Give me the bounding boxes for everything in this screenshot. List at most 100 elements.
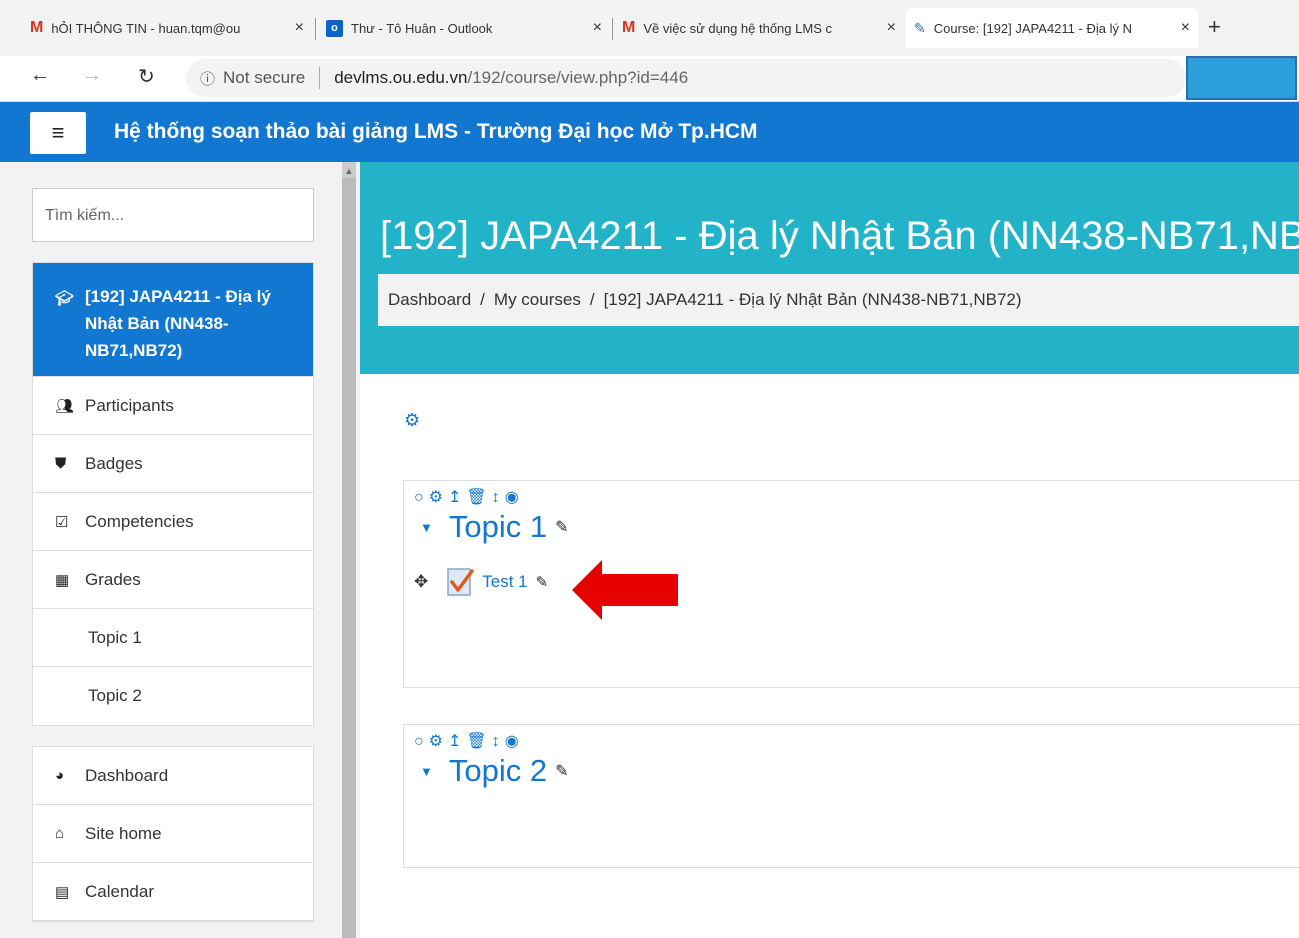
security-label: Not secure	[223, 68, 306, 87]
sidebar: Tìm kiếm... 🎓︎ [192] JAPA4211 - Địa lý N…	[0, 162, 360, 938]
dashboard-icon: ◕	[55, 767, 65, 784]
gear-icon[interactable]: ⚙	[429, 489, 448, 506]
sidebar-item-calendar[interactable]: ▤ Calendar	[33, 863, 313, 921]
sidebar-item-label: Grades	[85, 569, 141, 589]
tab-title: hỎI THÔNG TIN - huan.tqm@ou	[51, 20, 241, 36]
tab-separator	[612, 18, 613, 40]
breadcrumb-dashboard[interactable]: Dashboard	[388, 290, 471, 309]
search-input[interactable]: Tìm kiếm...	[32, 188, 314, 242]
section-controls: ○⚙↥🗑︎↕◉	[414, 487, 524, 507]
sidebar-item-grades[interactable]: ▦ Grades	[33, 551, 313, 609]
tab-title: Về việc sử dụng hệ thống LMS c	[643, 20, 832, 36]
moodle-icon: ✎	[914, 19, 926, 36]
site-nav: ◕ Dashboard ⌂ Site home ▤ Calendar	[32, 746, 314, 922]
browser-tab-course[interactable]: ✎ Course: [192] JAPA4211 - Địa lý N ×	[906, 8, 1198, 48]
tab-title: Thư - Tô Huân - Outlook	[351, 20, 493, 36]
sidebar-item-site-home[interactable]: ⌂ Site home	[33, 805, 313, 863]
move-up-icon[interactable]: ↥	[448, 733, 466, 750]
menu-toggle-button[interactable]: ≡	[30, 112, 86, 154]
close-icon[interactable]: ×	[887, 19, 896, 37]
breadcrumb: Dashboard / My courses / [192] JAPA4211 - Đị…	[378, 274, 1299, 326]
url-separator	[319, 67, 321, 89]
sidebar-item-label: Badges	[85, 453, 143, 473]
sidebar-item-label: Site home	[85, 823, 162, 843]
eye-icon[interactable]: ◉	[505, 489, 524, 506]
trash-icon[interactable]: 🗑︎	[466, 733, 491, 750]
browser-tab-gmail-2[interactable]: M Về việc sử dụng hệ thống LMS c ×	[614, 12, 904, 44]
url-host: devlms.ou.edu.vn	[334, 68, 468, 87]
page-title: [192] JAPA4211 - Địa lý Nhật Bản (NN438-…	[380, 214, 1299, 258]
graduation-cap-icon: 🎓︎	[55, 290, 75, 307]
highlight-box	[1186, 56, 1297, 100]
sidebar-item-dashboard[interactable]: ◕ Dashboard	[33, 747, 313, 805]
caret-down-icon[interactable]: ▼	[420, 764, 433, 779]
tab-title: Course: [192] JAPA4211 - Địa lý N	[933, 20, 1132, 36]
scroll-up-icon[interactable]: ▲	[342, 162, 356, 178]
site-header: ≡ Hệ thống soạn thảo bài giảng LMS - Trư…	[0, 102, 1299, 162]
back-icon[interactable]: ←	[30, 64, 50, 87]
move-up-icon[interactable]: ↥	[448, 489, 466, 506]
gmail-icon: M	[622, 19, 636, 36]
close-icon[interactable]: ×	[593, 19, 602, 37]
sidebar-item-competencies[interactable]: ☑ Competencies	[33, 493, 313, 551]
activity-link[interactable]: Test 1	[482, 572, 527, 592]
table-icon: ▦	[55, 571, 70, 589]
sidebar-item-participants[interactable]: 👥︎ Participants	[33, 377, 313, 435]
section-title: ▼ Topic 2 ✎	[420, 753, 569, 789]
section-title-link[interactable]: Topic 2	[449, 753, 547, 789]
outlook-icon: o	[326, 19, 343, 37]
course-section-topic-1: ○⚙↥🗑︎↕◉ ▼ Topic 1 ✎ ✥ Test 1 ✎	[403, 480, 1299, 688]
users-icon: 👥︎	[55, 397, 75, 415]
browser-tab-gmail-1[interactable]: M hỎI THÔNG TIN - huan.tqm@ou ×	[22, 12, 312, 44]
sidebar-item-label: Participants	[85, 395, 174, 415]
pencil-icon[interactable]: ✎	[555, 517, 568, 537]
checkbox-icon: ☑	[55, 513, 69, 531]
gear-icon[interactable]: ⚙	[404, 410, 420, 431]
section-title-link[interactable]: Topic 1	[449, 509, 547, 545]
forward-icon[interactable]: →	[82, 64, 102, 87]
sidebar-item-label: Topic 2	[88, 686, 142, 705]
sidebar-item-label: Calendar	[85, 881, 154, 901]
breadcrumb-separator: /	[589, 290, 595, 309]
gear-icon[interactable]: ⚙	[429, 733, 448, 750]
browser-tab-bar: M hỎI THÔNG TIN - huan.tqm@ou × o Thư - …	[0, 0, 1299, 56]
breadcrumb-course[interactable]: [192] JAPA4211 - Địa lý Nhật Bản (NN438-…	[604, 290, 1022, 309]
pencil-icon[interactable]: ✎	[555, 761, 568, 781]
course-header: [192] JAPA4211 - Địa lý Nhật Bản (NN438-…	[360, 162, 1299, 374]
reload-icon[interactable]: ↻	[138, 64, 155, 89]
sidebar-item-badges[interactable]: ⛊ Badges	[33, 435, 313, 493]
browser-tab-outlook[interactable]: o Thư - Tô Huân - Outlook ×	[318, 12, 610, 44]
close-icon[interactable]: ×	[295, 19, 304, 37]
eye-icon[interactable]: ◉	[505, 733, 524, 750]
sidebar-item-topic-1[interactable]: Topic 1	[33, 609, 313, 667]
move-handle-icon[interactable]: ✥	[414, 572, 428, 592]
sidebar-item-label: Topic 1	[88, 627, 142, 647]
red-arrow-annotation	[572, 560, 678, 625]
move-icon[interactable]: ↕	[492, 489, 505, 506]
shield-icon: ⛊	[55, 455, 67, 472]
sidebar-item-course[interactable]: 🎓︎ [192] JAPA4211 - Địa lý Nhật Bản (NN4…	[33, 263, 313, 377]
sidebar-item-topic-2[interactable]: Topic 2	[33, 667, 313, 725]
breadcrumb-my-courses[interactable]: My courses	[494, 290, 581, 309]
course-nav: 🎓︎ [192] JAPA4211 - Địa lý Nhật Bản (NN4…	[32, 262, 314, 726]
url-field[interactable]: ⓘ Not secure devlms.ou.edu.vn/192/course…	[186, 59, 1186, 97]
site-title[interactable]: Hệ thống soạn thảo bài giảng LMS - Trườn…	[114, 120, 758, 144]
highlight-icon[interactable]: ○	[414, 489, 429, 506]
sidebar-item-label: [192] JAPA4211 - Địa lý Nhật Bản (NN438-…	[85, 287, 271, 360]
sidebar-scrollbar[interactable]	[342, 162, 356, 938]
close-icon[interactable]: ×	[1181, 19, 1190, 37]
pencil-icon[interactable]: ✎	[536, 573, 549, 591]
sidebar-item-label: Dashboard	[85, 765, 169, 785]
activity-item: ✥ Test 1 ✎	[414, 567, 548, 597]
highlight-icon[interactable]: ○	[414, 733, 429, 750]
caret-down-icon[interactable]: ▼	[420, 520, 433, 535]
tab-separator	[315, 18, 316, 40]
url-path: /192/course/view.php?id=446	[467, 68, 689, 87]
sidebar-item-label: Competencies	[85, 511, 194, 531]
section-controls: ○⚙↥🗑︎↕◉	[414, 731, 524, 751]
address-bar-row: ← → ↻ ⓘ Not secure devlms.ou.edu.vn/192/…	[0, 56, 1299, 102]
calendar-icon: ▤	[55, 883, 70, 901]
new-tab-button[interactable]: +	[1208, 14, 1221, 40]
move-icon[interactable]: ↕	[492, 733, 505, 750]
trash-icon[interactable]: 🗑︎	[466, 489, 491, 506]
